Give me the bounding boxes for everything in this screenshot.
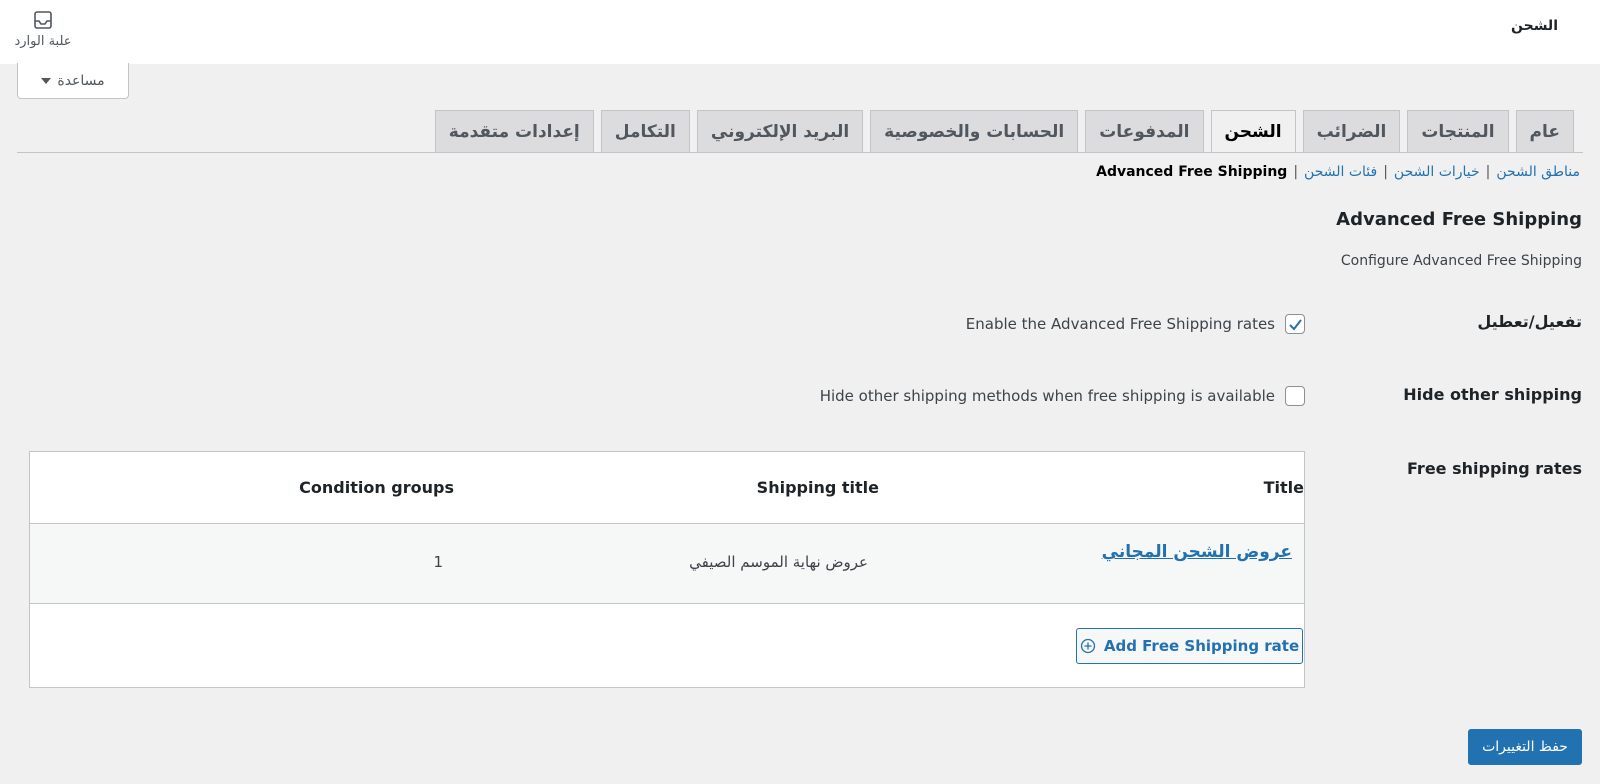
- tab-payments[interactable]: المدفوعات: [1085, 110, 1204, 152]
- tab-tax[interactable]: الضرائب: [1302, 110, 1401, 152]
- top-bar: الشحن علبة الوارد: [0, 0, 1600, 64]
- enable-label: تفعيل/تعطيل: [1477, 312, 1582, 331]
- save-changes-button[interactable]: حفظ التغييرات: [1468, 729, 1582, 765]
- subnav-separator: |: [1485, 164, 1491, 180]
- enable-checkbox[interactable]: [1285, 314, 1305, 334]
- inbox-icon: [34, 11, 52, 29]
- add-rate-label: Add Free Shipping rate: [1103, 637, 1300, 655]
- help-label: مساعدة: [57, 72, 105, 89]
- tab-advanced[interactable]: إعدادات متقدمة: [434, 110, 594, 152]
- tabs-divider: [17, 152, 1583, 153]
- subnav-shipping-classes[interactable]: فئات الشحن: [1304, 164, 1377, 180]
- inbox-button[interactable]: علبة الوارد: [8, 10, 78, 49]
- tab-products[interactable]: المنتجات: [1407, 110, 1509, 152]
- section-description: Configure Advanced Free Shipping: [1340, 253, 1582, 269]
- tab-integration[interactable]: التكامل: [600, 110, 690, 152]
- rates-table: Title Shipping title Condition groups عر…: [29, 451, 1305, 688]
- checkmark-icon: [1289, 319, 1302, 331]
- tab-emails[interactable]: البريد الإلكتروني: [696, 110, 864, 152]
- subnav-shipping-options[interactable]: خيارات الشحن: [1394, 164, 1480, 180]
- hide-shipping-label: Hide other shipping: [1403, 385, 1582, 404]
- help-button[interactable]: مساعدة: [17, 63, 129, 99]
- rate-condition-groups: 1: [433, 553, 443, 571]
- hide-shipping-checkbox-row[interactable]: Hide other shipping methods when free sh…: [820, 386, 1305, 406]
- page-title: الشحن: [1511, 18, 1558, 34]
- shipping-subnav: مناطق الشحن | خيارات الشحن | فئات الشحن | Adva…: [1096, 164, 1580, 180]
- tab-shipping[interactable]: الشحن: [1210, 110, 1296, 153]
- hide-shipping-checkbox[interactable]: [1285, 386, 1305, 406]
- enable-checkbox-row[interactable]: Enable the Advanced Free Shipping rates: [966, 314, 1305, 334]
- caret-down-icon: [41, 77, 52, 84]
- column-condition-groups: Condition groups: [299, 478, 454, 497]
- rate-title-link[interactable]: عروض الشحن المجاني: [1102, 542, 1292, 562]
- settings-tabs: عام المنتجات الضرائب الشحن المدفوعات الح…: [434, 110, 1574, 153]
- add-free-shipping-rate-button[interactable]: Add Free Shipping rate: [1076, 628, 1303, 664]
- subnav-shipping-zones[interactable]: مناطق الشحن: [1496, 164, 1580, 180]
- subnav-separator: |: [1293, 164, 1299, 180]
- column-shipping-title: Shipping title: [756, 478, 879, 497]
- plus-circle-icon: [1080, 638, 1095, 654]
- rates-label: Free shipping rates: [1407, 459, 1582, 478]
- subnav-separator: |: [1383, 164, 1388, 180]
- tab-general[interactable]: عام: [1515, 110, 1574, 152]
- rate-shipping-title: عروض نهاية الموسم الصيفي: [689, 553, 868, 571]
- table-row: عروض الشحن المجاني عروض نهاية الموسم الص…: [30, 524, 1304, 604]
- inbox-label: علبة الوارد: [14, 34, 72, 49]
- section-title: Advanced Free Shipping: [1336, 209, 1582, 230]
- hide-shipping-text: Hide other shipping methods when free sh…: [819, 387, 1275, 405]
- column-title: Title: [1263, 478, 1304, 497]
- subnav-current: Advanced Free Shipping: [1096, 164, 1288, 180]
- tab-accounts-privacy[interactable]: الحسابات والخصوصية: [870, 110, 1079, 152]
- table-header: Title Shipping title Condition groups: [30, 452, 1304, 524]
- enable-text: Enable the Advanced Free Shipping rates: [965, 315, 1275, 333]
